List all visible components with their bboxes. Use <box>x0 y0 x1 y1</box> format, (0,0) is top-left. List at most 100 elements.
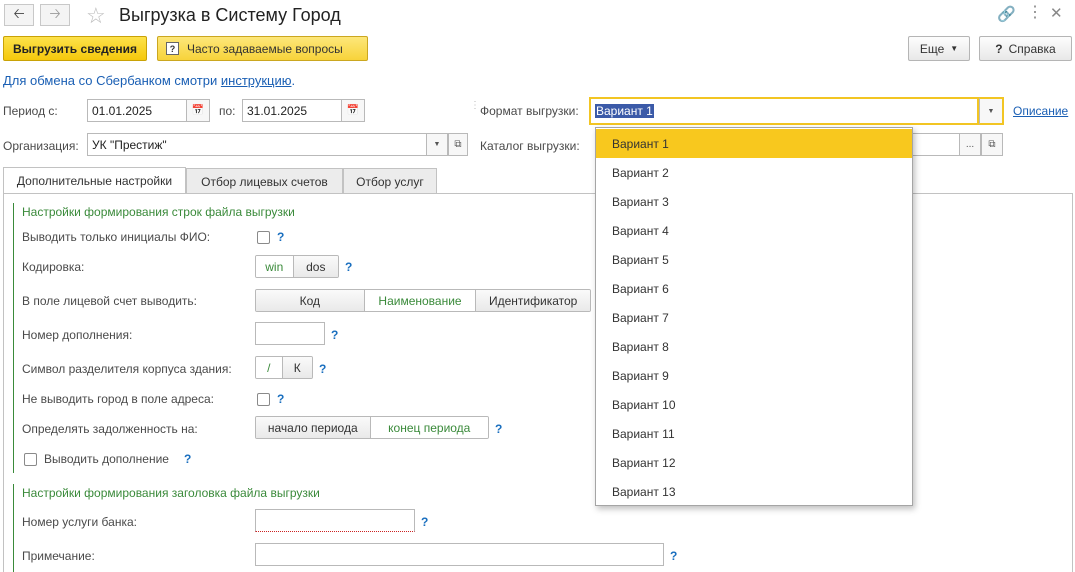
section-title-header: Настройки формирования заголовка файла в… <box>22 486 320 500</box>
drag-handle-icon: ⋮ <box>470 100 480 111</box>
catalog-browse-button[interactable]: ... <box>959 133 981 156</box>
show-suppl-checkbox[interactable] <box>24 453 37 466</box>
caret-down-icon: ▼ <box>950 44 959 53</box>
no-city-label: Не выводить город в поле адреса: <box>22 392 214 406</box>
star-icon[interactable]: ☆ <box>86 3 106 29</box>
account-id[interactable]: Идентификатор <box>476 290 590 311</box>
separator-selector[interactable]: / К <box>255 356 313 379</box>
format-value: Вариант 1 <box>595 104 654 118</box>
section-title-rows: Настройки формирования строк файла выгру… <box>22 205 295 219</box>
back-button[interactable]: 🡠 <box>4 4 34 26</box>
caret-down-icon: ▼ <box>987 107 995 115</box>
help-icon[interactable]: ? <box>277 392 284 406</box>
question-icon: ? <box>166 42 179 55</box>
faq-label: Часто задаваемые вопросы <box>187 41 343 56</box>
open-icon[interactable]: ⧉ <box>981 133 1003 156</box>
info-suffix: . <box>291 73 296 88</box>
debt-selector[interactable]: начало периода конец периода <box>255 416 489 439</box>
dropdown-option[interactable]: Вариант 12 <box>596 448 912 477</box>
export-button[interactable]: Выгрузить сведения <box>3 36 147 61</box>
description-link[interactable]: Описание <box>1013 104 1068 118</box>
dropdown-option[interactable]: Вариант 3 <box>596 187 912 216</box>
encoding-selector[interactable]: win dos <box>255 255 339 278</box>
page-title: Выгрузка в Систему Город <box>119 5 341 25</box>
account-selector[interactable]: Код Наименование Идентификатор <box>255 289 591 312</box>
account-code[interactable]: Код <box>256 290 365 311</box>
more-vertical-icon[interactable]: ⋮ <box>1027 2 1043 22</box>
dropdown-option[interactable]: Вариант 4 <box>596 216 912 245</box>
format-dropdown-button[interactable]: ▼ <box>979 97 1004 125</box>
help-label: Справка <box>1008 41 1056 56</box>
dropdown-option[interactable]: Вариант 6 <box>596 274 912 303</box>
help-icon[interactable]: ? <box>421 515 428 529</box>
dropdown-option[interactable]: Вариант 11 <box>596 419 912 448</box>
org-input[interactable]: УК "Престиж" <box>87 133 427 156</box>
org-label: Организация: <box>3 139 79 153</box>
separator-slash[interactable]: / <box>256 357 283 378</box>
tab-additional-settings[interactable]: Дополнительные настройки <box>3 167 186 194</box>
account-label: В поле лицевой счет выводить: <box>22 294 197 308</box>
show-suppl-label: Выводить дополнение <box>44 452 169 466</box>
help-icon[interactable]: ? <box>319 362 326 376</box>
initials-checkbox[interactable] <box>257 231 270 244</box>
debt-label: Определять задолженность на: <box>22 422 198 436</box>
debt-period-start[interactable]: начало периода <box>256 417 371 438</box>
note-input[interactable] <box>255 543 664 566</box>
instruction-link[interactable]: инструкцию <box>221 73 292 88</box>
dropdown-option[interactable]: Вариант 2 <box>596 158 912 187</box>
arrow-left-icon: 🡠 <box>13 5 25 21</box>
open-icon[interactable]: ⧉ <box>448 133 468 156</box>
arrow-right-icon: 🡢 <box>49 5 61 21</box>
initials-label: Выводить только инициалы ФИО: <box>22 230 211 244</box>
dropdown-option[interactable]: Вариант 10 <box>596 390 912 419</box>
help-button[interactable]: ? Справка <box>979 36 1072 61</box>
help-icon[interactable]: ? <box>184 452 191 466</box>
suppl-label: Номер дополнения: <box>22 328 133 342</box>
debt-period-end[interactable]: конец периода <box>370 417 488 438</box>
format-select[interactable]: Вариант 1 <box>589 97 979 125</box>
help-icon[interactable]: ? <box>345 260 352 274</box>
faq-button[interactable]: ? Часто задаваемые вопросы <box>157 36 368 61</box>
dropdown-option[interactable]: Вариант 9 <box>596 361 912 390</box>
bank-service-input[interactable] <box>255 509 415 532</box>
suppl-input[interactable] <box>255 322 325 345</box>
link-icon[interactable]: 🔗 <box>997 5 1016 23</box>
period-to-label: по: <box>219 104 236 118</box>
info-prefix: Для обмена со Сбербанком смотри <box>3 73 221 88</box>
help-icon[interactable]: ? <box>670 549 677 563</box>
separator-k[interactable]: К <box>282 357 312 378</box>
org-dropdown-button[interactable]: ▼ <box>426 133 448 156</box>
dropdown-option[interactable]: Вариант 13 <box>596 477 912 506</box>
tab-account-filter[interactable]: Отбор лицевых счетов <box>186 168 343 194</box>
dropdown-option[interactable]: Вариант 8 <box>596 332 912 361</box>
calendar-icon[interactable]: 📅 <box>341 99 365 122</box>
calendar-icon[interactable]: 📅 <box>186 99 210 122</box>
tab-service-filter[interactable]: Отбор услуг <box>343 168 437 194</box>
more-button[interactable]: Еще ▼ <box>908 36 970 61</box>
help-icon[interactable]: ? <box>495 422 502 436</box>
dropdown-option[interactable]: Вариант 5 <box>596 245 912 274</box>
question-icon: ? <box>995 41 1003 56</box>
no-city-checkbox[interactable] <box>257 393 270 406</box>
encoding-win[interactable]: win <box>256 256 294 277</box>
encoding-dos[interactable]: dos <box>293 256 338 277</box>
forward-button[interactable]: 🡢 <box>40 4 70 26</box>
catalog-label: Каталог выгрузки: <box>480 139 580 153</box>
info-text: Для обмена со Сбербанком смотри инструкц… <box>3 73 295 88</box>
close-icon[interactable]: ✕ <box>1050 4 1063 22</box>
section-line <box>13 203 14 473</box>
dropdown-option[interactable]: Вариант 1 <box>596 129 912 158</box>
bank-service-label: Номер услуги банка: <box>22 515 137 529</box>
account-name[interactable]: Наименование <box>364 290 477 311</box>
period-to-input[interactable]: 31.01.2025 <box>242 99 342 122</box>
format-dropdown-list: Вариант 1 Вариант 2 Вариант 3 Вариант 4 … <box>595 127 913 506</box>
help-icon[interactable]: ? <box>277 230 284 244</box>
help-icon[interactable]: ? <box>331 328 338 342</box>
note-label: Примечание: <box>22 549 95 563</box>
dropdown-option[interactable]: Вариант 7 <box>596 303 912 332</box>
period-from-input[interactable]: 01.01.2025 <box>87 99 187 122</box>
catalog-input[interactable] <box>912 133 960 156</box>
caret-down-icon: ▼ <box>433 141 441 148</box>
period-from-label: Период с: <box>3 104 58 118</box>
encoding-label: Кодировка: <box>22 260 85 274</box>
